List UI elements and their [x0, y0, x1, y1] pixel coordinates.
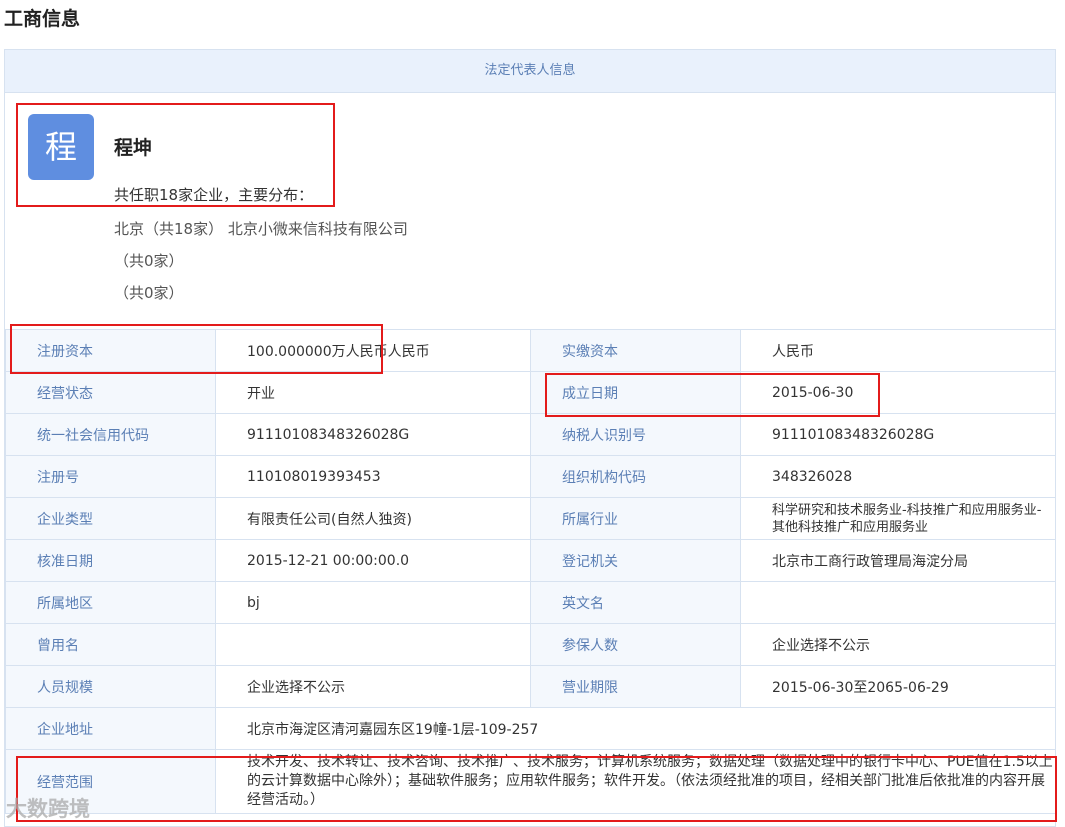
business-info-table: 注册资本 100.000000万人民币人民币 实缴资本 人民币 经营状态 开业 成立日期 20… — [5, 329, 1056, 814]
info-row: 曾用名 参保人数 企业选择不公示 — [5, 623, 1056, 666]
field-value: 110108019393453 — [215, 455, 531, 498]
field-label: 经营状态 — [5, 371, 216, 414]
legal-rep-summary: 共任职18家企业，主要分布： — [114, 186, 314, 204]
watermark-logo: 大数跨境 — [6, 797, 90, 821]
field-label: 曾用名 — [5, 623, 216, 666]
field-label: 统一社会信用代码 — [5, 413, 216, 456]
field-value: 开业 — [215, 371, 531, 414]
field-value: 企业选择不公示 — [215, 665, 531, 708]
address-value: 北京市海淀区清河嘉园东区19幢-1层-109-257 — [215, 707, 1056, 750]
info-row: 企业类型 有限责任公司(自然人独资) 所属行业 科学研究和技术服务业-科技推广和应用服… — [5, 497, 1056, 540]
legal-rep-name[interactable]: 程坤 — [114, 133, 152, 160]
scope-value: 技术开发、技术转让、技术咨询、技术推广、技术服务；计算机系统服务；数据处理（数据… — [215, 749, 1056, 814]
info-row-address: 企业地址 北京市海淀区清河嘉园东区19幢-1层-109-257 — [5, 707, 1056, 750]
field-value: 企业选择不公示 — [740, 623, 1056, 666]
legal-rep-header: 法定代表人信息 — [5, 50, 1055, 93]
field-label: 参保人数 — [530, 623, 741, 666]
field-label: 英文名 — [530, 581, 741, 624]
field-value: 人民币 — [740, 329, 1056, 372]
legal-rep-region-line: （共0家） — [114, 284, 184, 302]
field-label: 营业期限 — [530, 665, 741, 708]
legal-rep-region-line[interactable]: 北京（共18家） 北京小微来信科技有限公司 — [114, 218, 408, 239]
field-value: 北京市工商行政管理局海淀分局 — [740, 539, 1056, 582]
info-row: 经营状态 开业 成立日期 2015-06-30 — [5, 371, 1056, 414]
field-value: 有限责任公司(自然人独资) — [215, 497, 531, 540]
field-label: 实缴资本 — [530, 329, 741, 372]
field-value: 2015-06-30 — [740, 371, 1056, 414]
page-title: 工商信息 — [4, 8, 81, 30]
field-value: 348326028 — [740, 455, 1056, 498]
field-value: 2015-12-21 00:00:00.0 — [215, 539, 531, 582]
field-value — [740, 581, 1056, 624]
address-label: 企业地址 — [5, 707, 216, 750]
legal-rep-region-line: （共0家） — [114, 252, 184, 270]
info-row-scope: 经营范围 技术开发、技术转让、技术咨询、技术推广、技术服务；计算机系统服务；数据处… — [5, 749, 1056, 814]
field-label: 人员规模 — [5, 665, 216, 708]
field-label: 所属行业 — [530, 497, 741, 540]
field-value: 91110108348326028G — [740, 413, 1056, 456]
field-label: 纳税人识别号 — [530, 413, 741, 456]
info-row: 注册资本 100.000000万人民币人民币 实缴资本 人民币 — [5, 329, 1056, 372]
field-value: 100.000000万人民币人民币 — [215, 329, 531, 372]
field-value: 2015-06-30至2065-06-29 — [740, 665, 1056, 708]
field-value — [215, 623, 531, 666]
info-row: 人员规模 企业选择不公示 营业期限 2015-06-30至2065-06-29 — [5, 665, 1056, 708]
field-value: bj — [215, 581, 531, 624]
field-label: 核准日期 — [5, 539, 216, 582]
field-label: 组织机构代码 — [530, 455, 741, 498]
field-label: 注册号 — [5, 455, 216, 498]
info-row: 核准日期 2015-12-21 00:00:00.0 登记机关 北京市工商行政管理局海… — [5, 539, 1056, 582]
business-info-card: 法定代表人信息 注册资本 100.000000万人民币人民币 实缴资本 人民币 经营状态… — [4, 49, 1056, 827]
info-row: 所属地区 bj 英文名 — [5, 581, 1056, 624]
field-value: 科学研究和技术服务业-科技推广和应用服务业- 其他科技推广和应用服务业 — [740, 497, 1056, 540]
legal-rep-avatar: 程 — [28, 114, 94, 180]
field-value: 91110108348326028G — [215, 413, 531, 456]
info-row: 统一社会信用代码 91110108348326028G 纳税人识别号 91110108… — [5, 413, 1056, 456]
info-row: 注册号 110108019393453 组织机构代码 348326028 — [5, 455, 1056, 498]
field-label: 企业类型 — [5, 497, 216, 540]
field-label: 注册资本 — [5, 329, 216, 372]
field-label: 成立日期 — [530, 371, 741, 414]
field-label: 所属地区 — [5, 581, 216, 624]
field-label: 登记机关 — [530, 539, 741, 582]
